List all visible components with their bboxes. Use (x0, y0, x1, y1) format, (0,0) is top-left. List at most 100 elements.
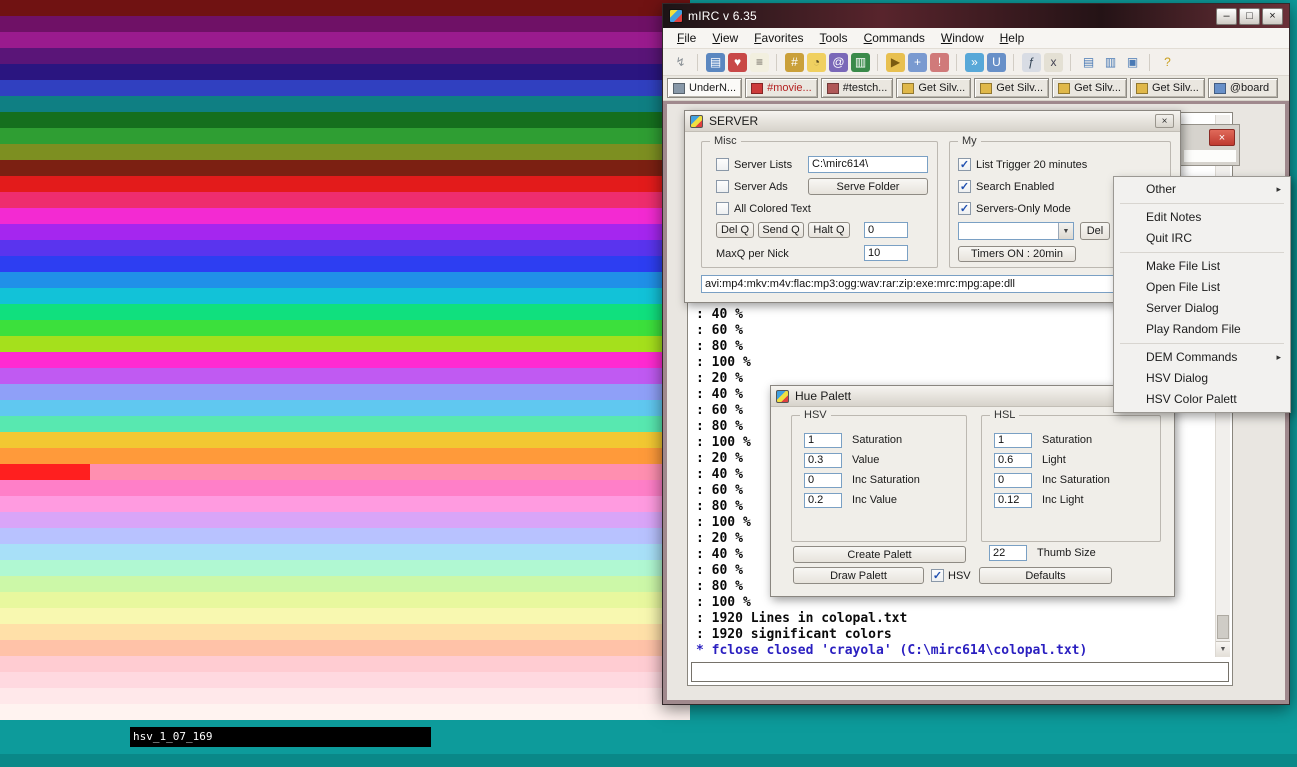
palette-stripe-accent (0, 512, 90, 528)
context-menu-item[interactable]: HSV Color Palett (1114, 389, 1290, 410)
close-button[interactable]: × (1262, 8, 1283, 25)
connect-icon[interactable]: ↯ (671, 53, 690, 72)
switchbar-button[interactable]: #testch... (821, 78, 894, 98)
window-type-icon (902, 83, 914, 94)
palette-stripe (0, 192, 690, 208)
hsv-value-input[interactable]: 1 (804, 433, 842, 448)
draw-palett-button[interactable]: Draw Palett (793, 567, 924, 584)
hsl-value-input[interactable]: 0 (994, 473, 1032, 488)
context-menu-item[interactable]: HSV Dialog (1114, 368, 1290, 389)
context-menu-item[interactable]: Edit Notes (1114, 207, 1290, 228)
switchbar-button[interactable]: Get Silv... (1052, 78, 1127, 98)
minimize-button[interactable]: – (1216, 8, 1237, 25)
menu-item[interactable]: View (704, 31, 746, 45)
dcc-send-icon[interactable]: ▶ (886, 53, 905, 72)
menu-item[interactable]: Window (933, 31, 992, 45)
defaults-button[interactable]: Defaults (979, 567, 1112, 584)
server-lists-path-input[interactable]: C:\mirc614\ (808, 156, 928, 173)
switchbar-button[interactable]: #movie... (745, 78, 818, 98)
scrollbar-down-arrow[interactable]: ▼ (1216, 641, 1230, 657)
variables-icon[interactable]: x (1044, 53, 1063, 72)
menu-item[interactable]: Tools (812, 31, 856, 45)
palette-stripe-accent (0, 320, 90, 336)
combobox-dropdown-icon[interactable]: ▼ (1058, 223, 1073, 239)
context-menu-item[interactable]: Server Dialog (1114, 298, 1290, 319)
del-button[interactable]: Del (1080, 222, 1110, 240)
context-menu-item[interactable]: Play Random File (1114, 319, 1290, 340)
clock-icon[interactable]: ◔ (807, 53, 826, 72)
switchbar-button[interactable]: Get Silv... (974, 78, 1049, 98)
scripts-editor-icon[interactable]: ƒ (1022, 53, 1041, 72)
context-menu-item[interactable]: DEM Commands ▸ (1114, 347, 1290, 368)
tile-vertical-icon[interactable]: ▥ (1101, 53, 1120, 72)
switchbar-button[interactable]: Get Silv... (1130, 78, 1205, 98)
server-lists-checkbox[interactable] (716, 158, 729, 171)
switchbar-button[interactable]: Get Silv... (896, 78, 971, 98)
help-icon[interactable]: ? (1158, 53, 1177, 72)
fragment-close-button[interactable]: × (1209, 129, 1235, 146)
query-user-icon[interactable]: + (908, 53, 927, 72)
thumb-size-input[interactable]: 22 (989, 545, 1027, 561)
menu-item[interactable]: Favorites (746, 31, 811, 45)
hsv-checkbox[interactable]: ✓ (931, 569, 944, 582)
hsl-value-input[interactable]: 0.6 (994, 453, 1032, 468)
title-bar[interactable]: mIRC v 6.35 – □ × (663, 4, 1289, 28)
hsv-value-input[interactable]: 0 (804, 473, 842, 488)
notify-user-icon[interactable]: ! (930, 53, 949, 72)
scrollbar-thumb[interactable] (1217, 615, 1229, 639)
del-q-button[interactable]: Del Q (716, 222, 754, 238)
maxq-input[interactable]: 10 (864, 245, 908, 261)
context-menu-item[interactable]: Make File List (1114, 256, 1290, 277)
palette-stripe (0, 384, 690, 400)
palette-stripe-accent (0, 672, 90, 688)
options-icon[interactable]: ▤ (706, 53, 725, 72)
hsv-value-input[interactable]: 0.3 (804, 453, 842, 468)
search-enabled-checkbox[interactable]: ✓ (958, 180, 971, 193)
channels-list-icon[interactable]: # (785, 53, 804, 72)
toolbar-icon-glyph: ! (938, 55, 941, 69)
tile-horizontal-icon[interactable]: ▤ (1079, 53, 1098, 72)
list-trigger-label: List Trigger 20 minutes (976, 159, 1087, 171)
filetypes-input[interactable]: avi:mp4:mkv:m4v:flac:mp3:ogg:wav:rar:zip… (701, 275, 1171, 293)
hsl-row-label: Inc Light (1042, 494, 1084, 506)
switchbar-button[interactable]: UnderN... (667, 78, 742, 98)
url-list-icon[interactable]: U (987, 53, 1006, 72)
library-icon[interactable]: ▥ (851, 53, 870, 72)
server-ads-checkbox[interactable] (716, 180, 729, 193)
hsv-row-label: Value (852, 454, 879, 466)
hsv-value-input[interactable]: 0.2 (804, 493, 842, 508)
address-book-icon[interactable]: @ (829, 53, 848, 72)
menu-item[interactable]: File (669, 31, 704, 45)
all-colored-text-checkbox[interactable] (716, 202, 729, 215)
menu-item[interactable]: Help (992, 31, 1033, 45)
hsl-value-input[interactable]: 1 (994, 433, 1032, 448)
halt-q-button[interactable]: Halt Q (808, 222, 850, 238)
context-menu-item[interactable]: Other ▸ (1114, 179, 1290, 200)
menu-item[interactable]: Commands (856, 31, 933, 45)
chat-icon[interactable]: » (965, 53, 984, 72)
palette-stripe (0, 208, 690, 224)
favorites-icon[interactable]: ♥ (728, 53, 747, 72)
hsl-value-input[interactable]: 0.12 (994, 493, 1032, 508)
hsv-checkbox-label: HSV (948, 570, 971, 582)
palette-stripe (0, 272, 690, 288)
server-combobox[interactable]: ▼ (958, 222, 1074, 240)
q-count-input[interactable]: 0 (864, 222, 908, 238)
toolbar-icon-glyph: x (1051, 55, 1057, 69)
send-q-button[interactable]: Send Q (758, 222, 804, 238)
timers-button[interactable]: Timers ON : 20min (958, 246, 1076, 262)
serve-folder-button[interactable]: Serve Folder (808, 178, 928, 195)
servers-only-checkbox[interactable]: ✓ (958, 202, 971, 215)
cascade-windows-icon[interactable]: ▣ (1123, 53, 1142, 72)
context-menu-item[interactable]: Open File List (1114, 277, 1290, 298)
switchbar-button[interactable]: @board (1208, 78, 1278, 98)
create-palett-button[interactable]: Create Palett (793, 546, 966, 563)
message-input[interactable] (691, 662, 1229, 682)
server-dialog-titlebar[interactable]: SERVER (685, 111, 1180, 132)
hsl-row-label: Inc Saturation (1042, 474, 1110, 486)
notepad-icon[interactable]: ≡ (750, 53, 769, 72)
list-trigger-checkbox[interactable]: ✓ (958, 158, 971, 171)
server-dialog-close-button[interactable]: × (1155, 114, 1174, 128)
context-menu-item[interactable]: Quit IRC (1114, 228, 1290, 249)
maximize-button[interactable]: □ (1239, 8, 1260, 25)
